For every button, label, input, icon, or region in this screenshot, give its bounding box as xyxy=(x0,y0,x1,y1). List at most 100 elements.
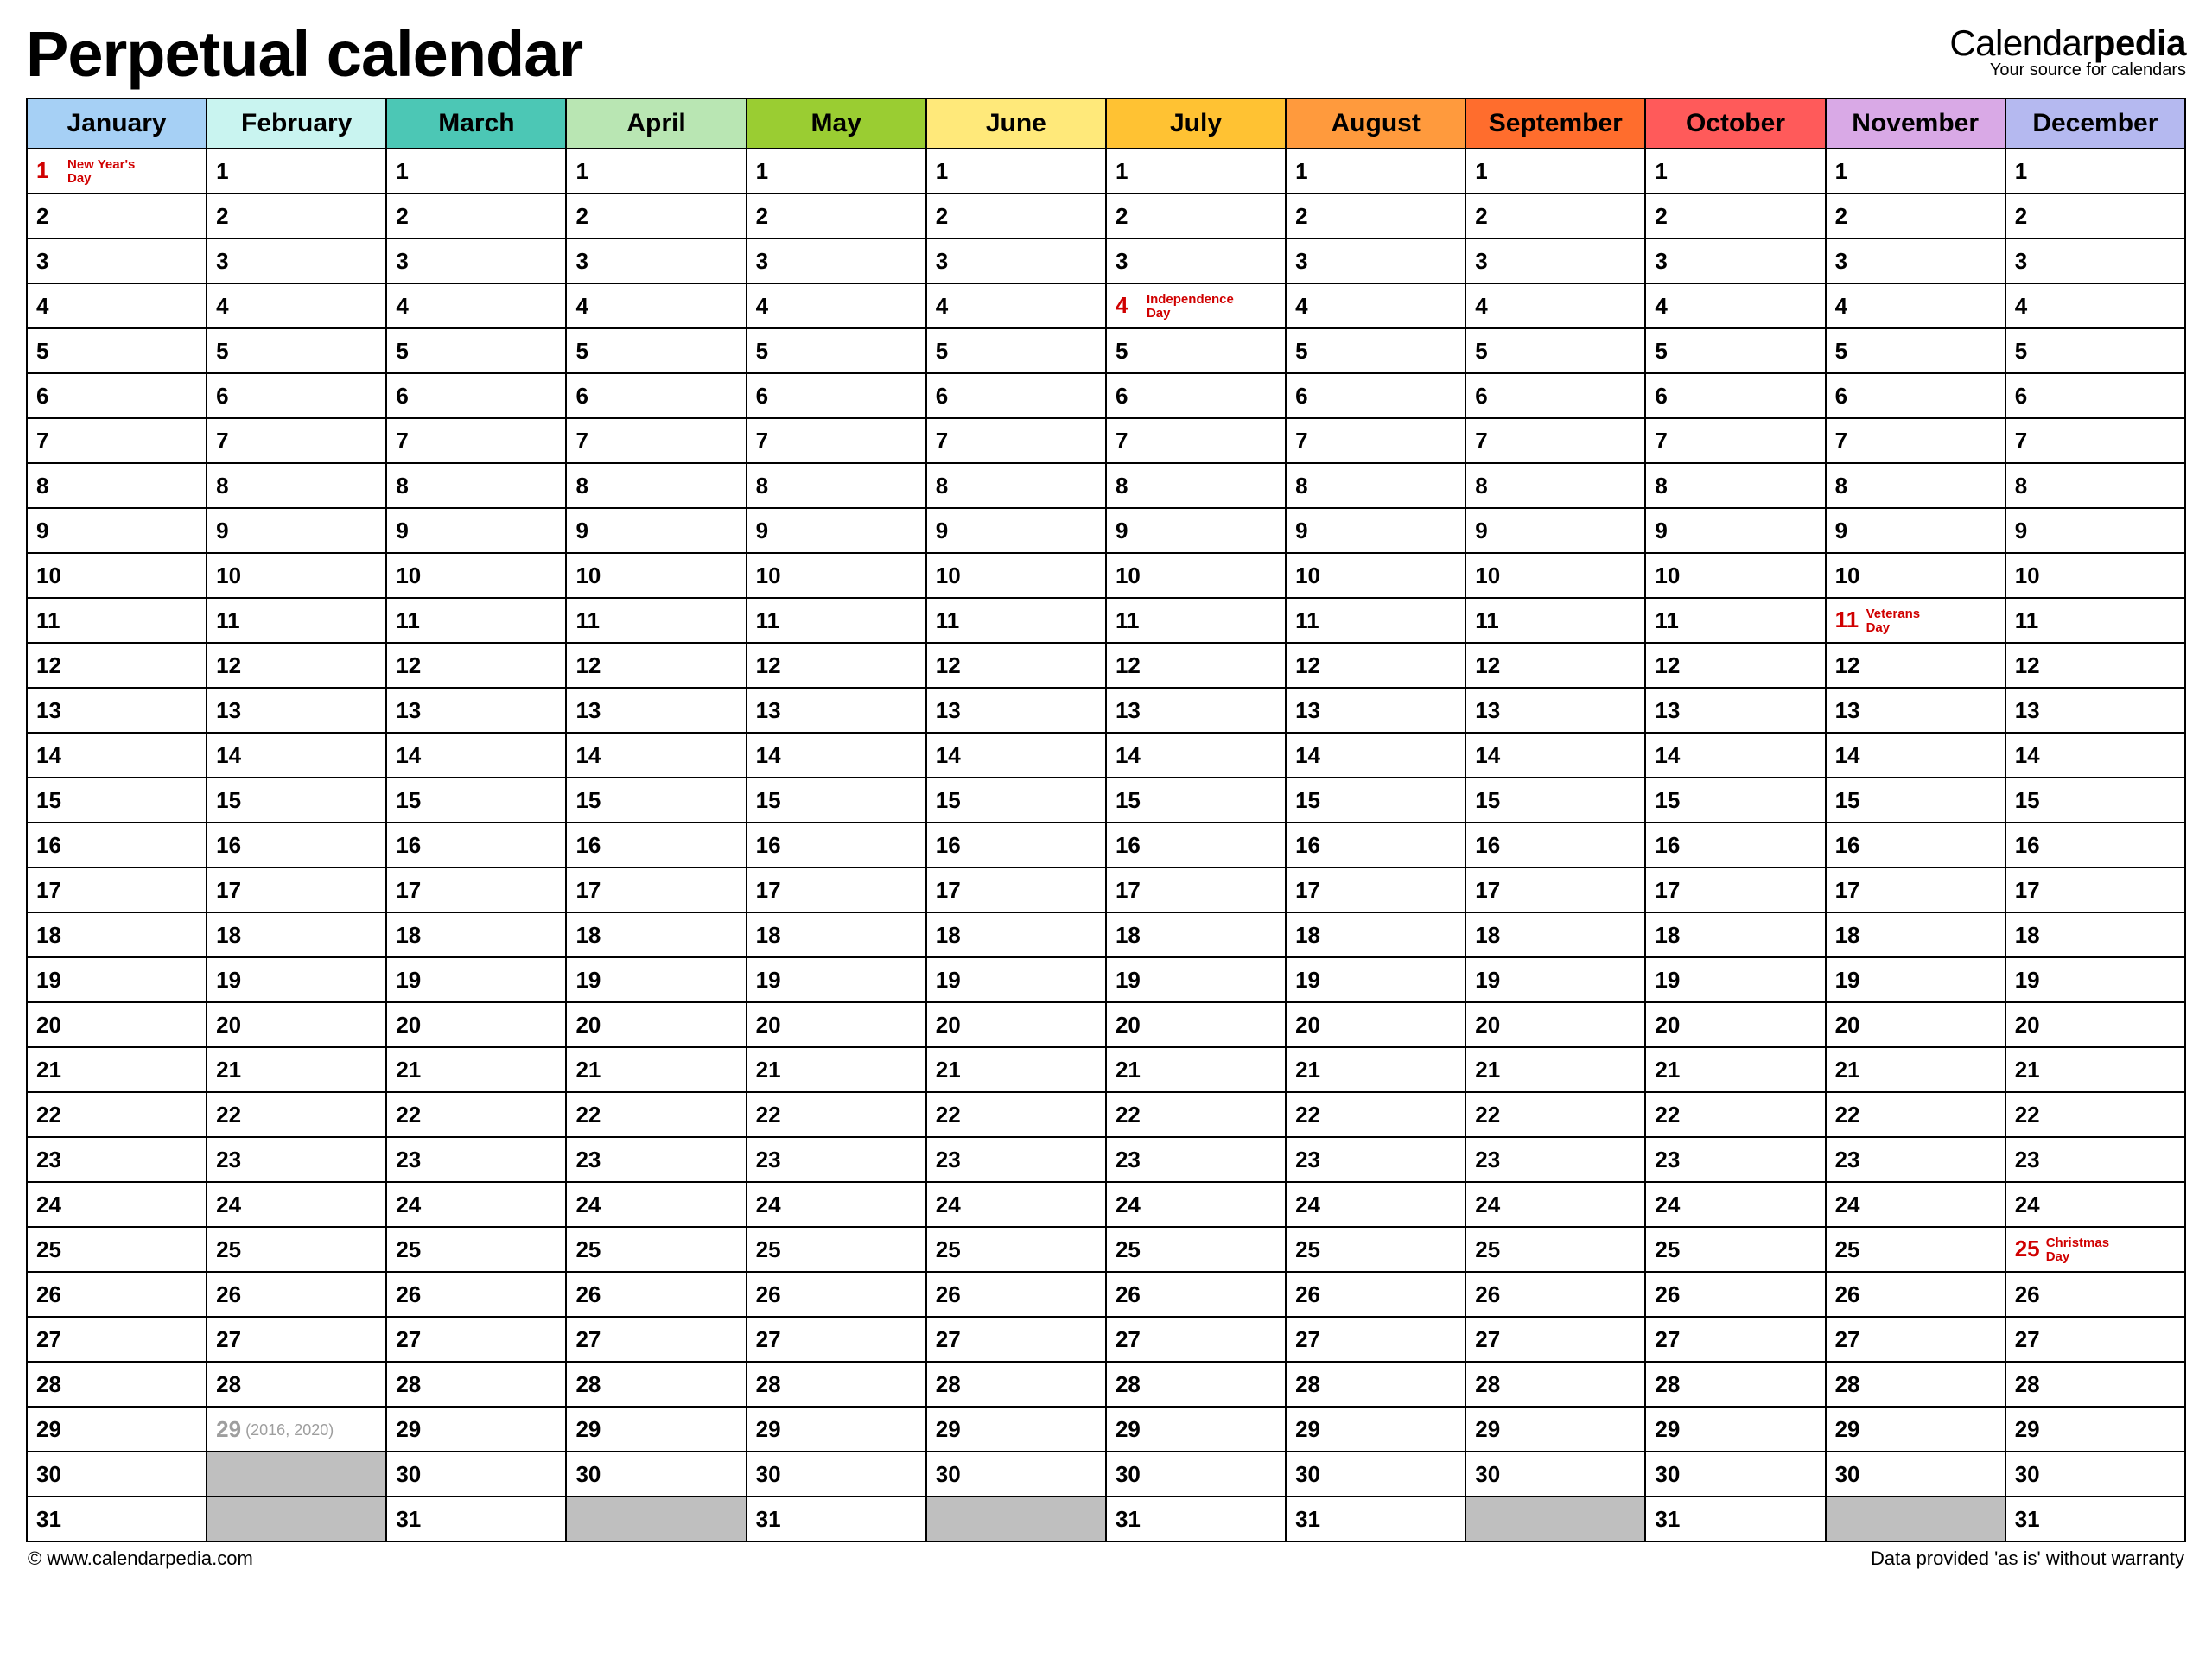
day-number: 5 xyxy=(1475,338,1501,365)
day-number: 30 xyxy=(575,1461,601,1488)
day-number: 25 xyxy=(1295,1236,1321,1263)
day-number: 11 xyxy=(1295,607,1321,634)
day-cell: 6 xyxy=(926,373,1106,418)
day-number: 13 xyxy=(216,697,242,724)
day-number: 18 xyxy=(2015,922,2041,949)
day-number: 13 xyxy=(575,697,601,724)
day-number: 10 xyxy=(36,562,62,589)
day-cell: 7 xyxy=(27,418,207,463)
day-cell: 29 xyxy=(566,1407,746,1452)
day-cell: 28 xyxy=(1645,1362,1825,1407)
day-number: 19 xyxy=(575,967,601,994)
day-number: 14 xyxy=(396,742,422,769)
day-cell: 30 xyxy=(1826,1452,2005,1497)
day-cell: 14 xyxy=(566,733,746,778)
day-cell: 18 xyxy=(1826,912,2005,957)
day-cell: 9 xyxy=(566,508,746,553)
day-cell: 10 xyxy=(1465,553,1645,598)
day-cell: 19 xyxy=(1465,957,1645,1002)
day-number: 14 xyxy=(1295,742,1321,769)
day-number: 4 xyxy=(396,293,422,320)
day-cell: 11 xyxy=(1106,598,1286,643)
day-cell: 2 xyxy=(386,194,566,238)
day-number: 18 xyxy=(936,922,962,949)
day-number: 1 xyxy=(575,158,601,185)
day-number: 10 xyxy=(1835,562,1861,589)
day-number: 21 xyxy=(1295,1057,1321,1084)
day-number: 12 xyxy=(936,652,962,679)
day-number: 8 xyxy=(1116,473,1141,499)
day-number: 2 xyxy=(575,203,601,230)
day-number: 25 xyxy=(1116,1236,1141,1263)
day-row: 232323232323232323232323 xyxy=(27,1137,2185,1182)
day-number: 26 xyxy=(2015,1281,2041,1308)
day-number: 5 xyxy=(216,338,242,365)
month-header: March xyxy=(386,99,566,149)
day-number: 14 xyxy=(936,742,962,769)
day-number: 22 xyxy=(1295,1102,1321,1128)
day-cell: 1 xyxy=(926,149,1106,194)
day-cell: 9 xyxy=(926,508,1106,553)
day-number: 29 xyxy=(936,1416,962,1443)
day-cell: 14 xyxy=(1465,733,1645,778)
day-number: 30 xyxy=(1475,1461,1501,1488)
day-number: 9 xyxy=(756,518,782,544)
day-cell: 25 xyxy=(1286,1227,1465,1272)
day-number: 5 xyxy=(1655,338,1681,365)
day-number: 25 xyxy=(396,1236,422,1263)
day-cell: 15 xyxy=(1286,778,1465,823)
day-cell: 4IndependenceDay xyxy=(1106,283,1286,328)
day-number: 1 xyxy=(936,158,962,185)
month-header: October xyxy=(1645,99,1825,149)
day-number: 25 xyxy=(936,1236,962,1263)
day-number: 15 xyxy=(1295,787,1321,814)
day-number: 11 xyxy=(36,607,62,634)
day-number: 1 xyxy=(1655,158,1681,185)
day-number: 29 xyxy=(1475,1416,1501,1443)
day-number: 8 xyxy=(1295,473,1321,499)
day-number: 17 xyxy=(756,877,782,904)
day-row: 262626262626262626262626 xyxy=(27,1272,2185,1317)
day-number: 9 xyxy=(396,518,422,544)
day-cell: 4 xyxy=(386,283,566,328)
day-cell: 26 xyxy=(1286,1272,1465,1317)
day-cell: 21 xyxy=(1826,1047,2005,1092)
day-number: 21 xyxy=(216,1057,242,1084)
day-cell: 22 xyxy=(1106,1092,1286,1137)
day-cell: 26 xyxy=(1645,1272,1825,1317)
day-cell: 29 xyxy=(1106,1407,1286,1452)
day-cell: 14 xyxy=(1106,733,1286,778)
day-number: 7 xyxy=(1116,428,1141,454)
day-row: 999999999999 xyxy=(27,508,2185,553)
day-number: 14 xyxy=(756,742,782,769)
day-cell: 22 xyxy=(27,1092,207,1137)
day-number: 7 xyxy=(936,428,962,454)
day-cell: 19 xyxy=(386,957,566,1002)
holiday-label: New Year'sDay xyxy=(67,158,135,186)
day-number: 27 xyxy=(1116,1326,1141,1353)
day-number: 4 xyxy=(756,293,782,320)
day-number: 2 xyxy=(36,203,62,230)
day-number: 30 xyxy=(936,1461,962,1488)
day-row: 4444444IndependenceDay44444 xyxy=(27,283,2185,328)
day-cell: 19 xyxy=(1826,957,2005,1002)
day-cell: 20 xyxy=(926,1002,1106,1047)
day-number: 8 xyxy=(36,473,62,499)
day-number: 31 xyxy=(396,1506,422,1533)
day-number: 30 xyxy=(2015,1461,2041,1488)
day-row: 333333333333 xyxy=(27,238,2185,283)
day-cell xyxy=(1465,1497,1645,1541)
day-cell: 1 xyxy=(566,149,746,194)
day-number: 10 xyxy=(1295,562,1321,589)
day-number: 8 xyxy=(1655,473,1681,499)
day-number: 5 xyxy=(756,338,782,365)
day-cell: 11VeteransDay xyxy=(1826,598,2005,643)
logo-brand-a: Calendar xyxy=(1949,22,2093,63)
day-number: 28 xyxy=(2015,1371,2041,1398)
day-number: 4 xyxy=(2015,293,2041,320)
day-number: 7 xyxy=(1295,428,1321,454)
day-cell: 18 xyxy=(386,912,566,957)
day-cell: 24 xyxy=(1106,1182,1286,1227)
day-cell: 29 xyxy=(2005,1407,2185,1452)
day-cell: 14 xyxy=(27,733,207,778)
